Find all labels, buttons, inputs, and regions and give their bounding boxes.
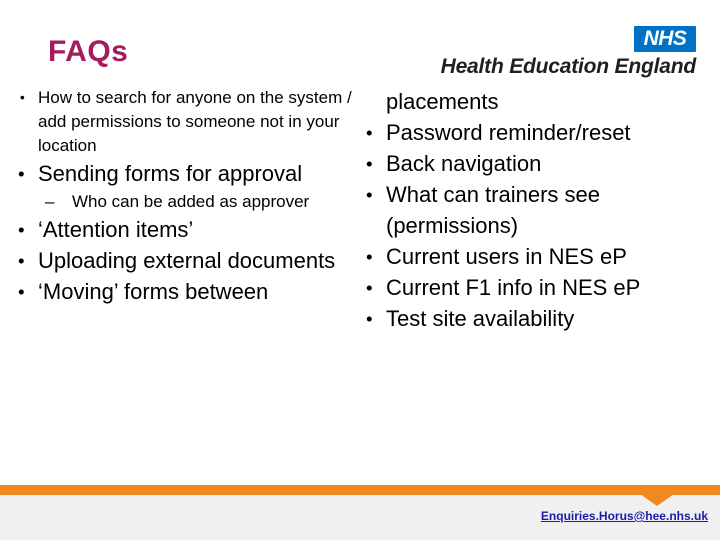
faq-list-right-column: placements Password reminder/reset Back … (358, 86, 708, 334)
list-item: ‘Moving’ forms between (10, 276, 362, 307)
page-title: FAQs (48, 35, 129, 68)
list-item: Who can be added as approver (10, 189, 362, 214)
list-item: How to search for anyone on the system /… (10, 86, 362, 158)
contact-email-link[interactable]: Enquiries.Horus@hee.nhs.uk (541, 508, 708, 524)
footer-notch-triangle (640, 494, 674, 506)
organisation-name: Health Education England (440, 55, 697, 78)
list-item: Test site availability (358, 303, 708, 334)
list-item: What can trainers see (permissions) (358, 179, 708, 241)
footer-accent-bar (0, 485, 720, 495)
list-item: Back navigation (358, 148, 708, 179)
nhs-hee-logo: NHS Health Education England (441, 26, 708, 82)
list-item: Uploading external documents (10, 245, 362, 276)
slide-canvas: FAQs NHS Health Education England How to… (0, 0, 720, 540)
faq-bullet-list-right: placements Password reminder/reset Back … (358, 86, 708, 334)
list-item: Current users in NES eP (358, 241, 708, 272)
list-item: Current F1 info in NES eP (358, 272, 708, 303)
list-item: Password reminder/reset (358, 117, 708, 148)
nhs-logo-box: NHS (634, 26, 696, 52)
list-item-continuation: placements (386, 89, 499, 114)
list-item: Sending forms for approval (10, 158, 362, 189)
list-item: ‘Attention items’ (10, 214, 362, 245)
faq-list-left-column: How to search for anyone on the system /… (10, 86, 362, 307)
nhs-logo-text: NHS (643, 27, 687, 50)
faq-bullet-list-left: How to search for anyone on the system /… (10, 86, 362, 307)
